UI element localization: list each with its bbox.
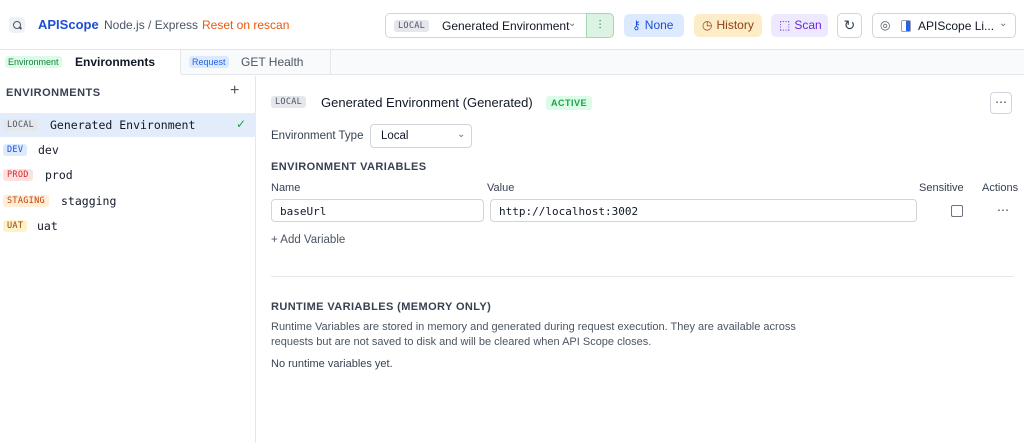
env-badge: DEV	[3, 144, 28, 156]
column-header-sensitive: Sensitive	[919, 182, 964, 194]
sidebar-item-stagging[interactable]: STAGING stagging	[0, 189, 256, 213]
tab-bar: Environment Environments Request GET Hea…	[0, 50, 1024, 75]
environments-sidebar: ENVIRONMENTS + LOCAL Generated Environme…	[0, 76, 256, 443]
tab-label: Environments	[75, 55, 156, 69]
tab-environments[interactable]: Environment Environments	[0, 50, 181, 75]
refresh-button[interactable]: ↻	[837, 13, 862, 38]
profile-selector[interactable]: ◎ APIScope Li... ⌄	[872, 13, 1016, 38]
more-options-button[interactable]: ⋯	[990, 92, 1012, 114]
tab-tag: Request	[189, 56, 229, 68]
tab-label: GET Health	[241, 55, 304, 69]
chevron-down-icon: ⌄	[999, 18, 1008, 29]
top-header: APIScope Node.js / Express Reset on resc…	[0, 0, 1024, 50]
column-header-value: Value	[487, 182, 515, 194]
env-name: Generated Environment	[50, 118, 196, 132]
palette-icon: ◎	[880, 18, 891, 32]
sidebar-title: ENVIRONMENTS	[6, 87, 101, 99]
chevron-down-icon: ⌄	[457, 129, 466, 140]
key-icon: ⚷	[632, 18, 641, 32]
runtime-variables-empty-state: No runtime variables yet.	[271, 358, 393, 370]
variable-value-value: http://localhost:3002	[499, 205, 639, 218]
runtime-variables-description: Runtime Variables are stored in memory a…	[271, 321, 796, 348]
environment-type-value: Local	[381, 130, 409, 142]
environment-type-label: Environment Type	[271, 130, 364, 142]
env-badge: PROD	[3, 169, 33, 181]
variable-value-input[interactable]: http://localhost:3002	[490, 199, 917, 222]
check-icon: ✓	[236, 117, 247, 131]
environment-settings-button[interactable]: ⫶	[586, 13, 614, 38]
tab-tag: Environment	[5, 56, 62, 68]
env-name: prod	[45, 168, 73, 182]
environment-variables-title: ENVIRONMENT VARIABLES	[271, 161, 427, 173]
framework-label: Node.js / Express	[104, 18, 199, 32]
env-selector-label: Generated Environment	[442, 19, 570, 33]
env-name: uat	[37, 219, 58, 233]
app-logo-icon	[9, 17, 25, 33]
app-name: APIScope	[38, 17, 99, 32]
env-badge: STAGING	[3, 195, 49, 207]
sensitive-checkbox[interactable]	[951, 205, 963, 217]
row-actions-ellipsis-icon[interactable]: ⋯	[997, 203, 1009, 217]
reset-on-rescan-link[interactable]: Reset on rescan	[202, 18, 289, 32]
refresh-icon: ↻	[843, 17, 856, 33]
scan-label: Scan	[794, 18, 822, 32]
env-badge: LOCAL	[3, 119, 39, 131]
auth-none-label: None	[644, 18, 674, 32]
variable-name-value: baseUrl	[280, 205, 327, 218]
column-header-actions: Actions	[982, 182, 1019, 194]
status-badge: ACTIVE	[546, 96, 593, 110]
chevron-down-icon: ⌄	[568, 18, 577, 29]
environment-detail-panel: LOCAL Generated Environment (Generated) …	[256, 76, 1024, 443]
sliders-icon: ⫶	[598, 18, 602, 32]
env-name: dev	[38, 143, 59, 157]
page-title: Generated Environment (Generated)	[321, 95, 533, 110]
theme-swatch-icon	[901, 20, 911, 32]
environment-type-select[interactable]: Local ⌄	[370, 124, 472, 148]
environment-selector[interactable]: LOCAL Generated Environment ⌄	[385, 13, 586, 38]
ellipsis-icon: ⋯	[995, 95, 1007, 109]
sidebar-item-uat[interactable]: UAT uat	[0, 214, 256, 238]
section-divider	[271, 276, 1014, 277]
sidebar-item-prod[interactable]: PROD prod	[0, 163, 256, 187]
clock-icon: ◷	[702, 18, 713, 32]
scan-button[interactable]: ⬚ Scan	[771, 14, 828, 37]
env-selector-badge: LOCAL	[394, 20, 430, 32]
history-label: History	[716, 18, 754, 32]
env-type-badge: LOCAL	[271, 96, 307, 108]
add-variable-button[interactable]: + Add Variable	[271, 234, 345, 246]
add-environment-button[interactable]: +	[230, 82, 239, 100]
sidebar-item-dev[interactable]: DEV dev	[0, 138, 256, 162]
env-badge: UAT	[3, 220, 28, 232]
sidebar-item-generated-environment[interactable]: LOCAL Generated Environment ✓	[0, 113, 256, 137]
tab-get-health[interactable]: Request GET Health	[181, 50, 331, 75]
history-button[interactable]: ◷ History	[694, 14, 762, 37]
variable-name-input[interactable]: baseUrl	[271, 199, 484, 222]
runtime-variables-title: RUNTIME VARIABLES (MEMORY ONLY)	[271, 301, 492, 313]
auth-none-button[interactable]: ⚷ None	[624, 14, 684, 37]
env-name: stagging	[61, 194, 117, 208]
scan-icon: ⬚	[779, 18, 791, 32]
profile-label: APIScope Li...	[918, 19, 995, 33]
column-header-name: Name	[271, 182, 301, 194]
